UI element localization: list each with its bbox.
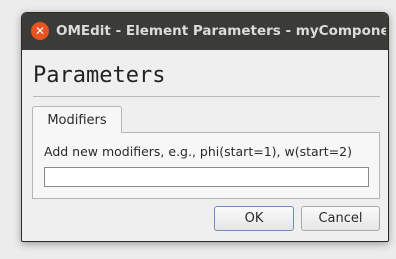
title-bar[interactable]: ✕ OMEdit - Element Parameters - myCompon… (22, 13, 388, 50)
heading-divider (33, 96, 380, 97)
tab-modifiers[interactable]: Modifiers (32, 106, 122, 133)
page-title: Parameters (33, 63, 166, 88)
window-title: OMEdit - Element Parameters - myCompone.… (56, 23, 386, 39)
element-parameters-dialog: ✕ OMEdit - Element Parameters - myCompon… (21, 12, 389, 242)
modifiers-input[interactable] (44, 167, 369, 187)
ok-button[interactable]: OK (214, 206, 294, 231)
cancel-button[interactable]: Cancel (301, 206, 380, 231)
modifiers-tab-pane: Add new modifiers, e.g., phi(start=1), w… (32, 132, 380, 199)
modifiers-hint-label: Add new modifiers, e.g., phi(start=1), w… (44, 144, 352, 159)
close-icon[interactable]: ✕ (31, 22, 49, 40)
